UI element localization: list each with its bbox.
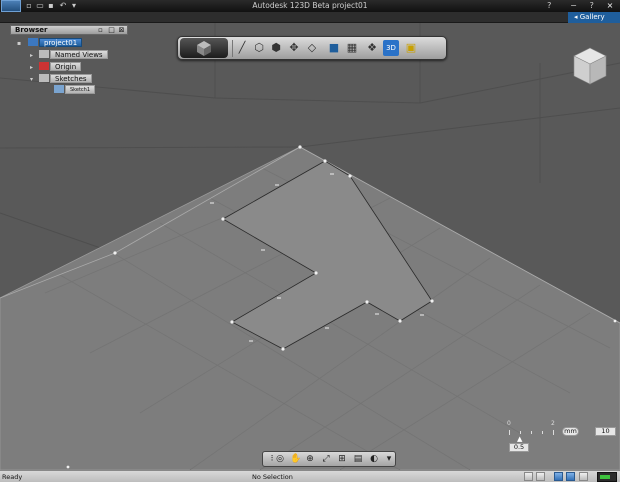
ruler-tick — [531, 431, 532, 434]
origin-icon — [39, 62, 49, 70]
gallery-button[interactable]: ◂ Gallery — [568, 12, 620, 23]
zoom-icon[interactable]: ⊕ — [303, 453, 317, 466]
help-icon[interactable]: ? — [541, 0, 557, 11]
main-toolbar: ╱ ⬡ ⬢ ✥ ◇ ■ ▦ ❖ 3D ▣ — [177, 36, 447, 60]
orbit-icon[interactable]: ◎ — [273, 453, 287, 466]
grid-toggle-indicator — [600, 475, 610, 479]
line-icon[interactable]: ╱ — [234, 40, 250, 56]
browser-header: Browser ▫ □ ⊠ — [10, 25, 128, 35]
grid-step-field[interactable]: 0.5 — [509, 443, 529, 452]
move-icon[interactable]: ✥ — [286, 40, 302, 56]
tree-item-project[interactable]: project01 — [28, 38, 83, 48]
tree-item-named-views[interactable]: Named Views — [39, 50, 108, 60]
sweep-icon[interactable]: ◇ — [304, 40, 320, 56]
tree-item-sketches[interactable]: Sketches — [39, 74, 92, 84]
navigation-toolbar: ⁝ ◎ ✋ ⊕ ⤢ ⊞ ▤ ◐ ▾ — [262, 451, 396, 467]
box-icon[interactable]: ⬡ — [251, 40, 267, 56]
expand-sketches-icon[interactable]: ▾ — [30, 77, 35, 83]
status-shadows-button[interactable] — [536, 472, 545, 481]
status-settings-button[interactable] — [579, 472, 588, 481]
viewcube[interactable] — [572, 46, 608, 86]
tree-item-origin[interactable]: Origin — [39, 62, 82, 72]
status-snap-button[interactable] — [566, 472, 575, 481]
materials-icon[interactable]: ◐ — [367, 453, 381, 466]
status-selection: No Selection — [252, 473, 293, 481]
group-icon[interactable]: ❖ — [364, 40, 380, 56]
ruler-slider-handle[interactable]: ▲ — [517, 435, 522, 443]
help-button[interactable]: ? — [584, 0, 600, 11]
ruler-tick — [553, 430, 554, 435]
browser-title: Browser — [15, 26, 48, 34]
ribbon-strip: ◂ Gallery — [0, 12, 620, 23]
browser-restore-icon[interactable]: □ — [107, 26, 116, 34]
pattern-icon[interactable]: ▦ — [344, 40, 360, 56]
expand-named-views-icon[interactable]: ▸ — [30, 53, 35, 59]
project-icon — [28, 38, 38, 46]
display-mode-icon[interactable]: ▤ — [351, 453, 365, 466]
status-bar: Ready No Selection — [0, 470, 620, 482]
shell-icon[interactable]: ■ — [326, 40, 342, 56]
fit-icon[interactable]: ⤢ — [319, 453, 333, 466]
views-icon[interactable]: ⊞ — [335, 453, 349, 466]
ruler-min-label: 0 — [507, 420, 511, 427]
grid-control: 0 2 ▲ mm 10 0.5 — [503, 420, 618, 458]
sketch-label: Sketch1 — [65, 85, 96, 94]
title-bar: ▫ ▭ ▪ ↶ ▾ Autodesk 123D Beta project01 ?… — [0, 0, 620, 12]
window-title: Autodesk 123D Beta project01 — [252, 1, 368, 10]
status-visual-style-button[interactable] — [524, 472, 533, 481]
ruler-mid-label: 2 — [551, 420, 555, 427]
origin-label: Origin — [50, 62, 82, 71]
expand-project-icon[interactable]: ▪ — [17, 41, 22, 47]
primitives-button[interactable] — [180, 38, 228, 58]
ruler-tick — [520, 431, 521, 434]
window-controls: ? − ? × — [541, 0, 618, 12]
measure-icon[interactable]: ▣ — [403, 40, 419, 56]
extrude-icon[interactable]: ⬢ — [268, 40, 284, 56]
ruler-tick — [542, 431, 543, 434]
unit-selector[interactable]: mm — [562, 427, 579, 436]
browser-close-icon[interactable]: ⊠ — [117, 26, 126, 34]
grid-toggle-switch[interactable] — [597, 472, 617, 482]
close-button[interactable]: × — [602, 0, 618, 11]
sketch-visibility-icon[interactable] — [54, 85, 64, 93]
gallery-label: Gallery — [579, 13, 605, 21]
grid-size-field[interactable]: 10 — [595, 427, 616, 436]
ruler-tick — [509, 430, 510, 435]
named-views-label: Named Views — [50, 50, 108, 59]
browser-pin-icon[interactable]: ▫ — [96, 26, 105, 34]
cube-icon — [197, 41, 211, 56]
pan-icon[interactable]: ✋ — [289, 453, 303, 466]
status-grid-button[interactable] — [554, 472, 563, 481]
3d-viewport[interactable]: Browser ▫ □ ⊠ ▪ project01 ▸ Named Views … — [0, 23, 620, 470]
named-views-icon — [39, 50, 49, 58]
nav-more-icon[interactable]: ▾ — [382, 453, 396, 466]
status-ready: Ready — [2, 473, 23, 481]
project-label: project01 — [39, 38, 83, 47]
browser-panel: Browser ▫ □ ⊠ ▪ project01 ▸ Named Views … — [10, 25, 128, 95]
tree-item-sketch[interactable]: Sketch1 — [54, 85, 96, 95]
expand-origin-icon[interactable]: ▸ — [30, 65, 35, 71]
sketches-label: Sketches — [50, 74, 92, 83]
3d-snap-icon[interactable]: 3D — [383, 40, 399, 56]
sketches-icon — [39, 74, 49, 82]
minimize-button[interactable]: − — [566, 0, 582, 11]
toolbar-separator — [232, 40, 233, 57]
